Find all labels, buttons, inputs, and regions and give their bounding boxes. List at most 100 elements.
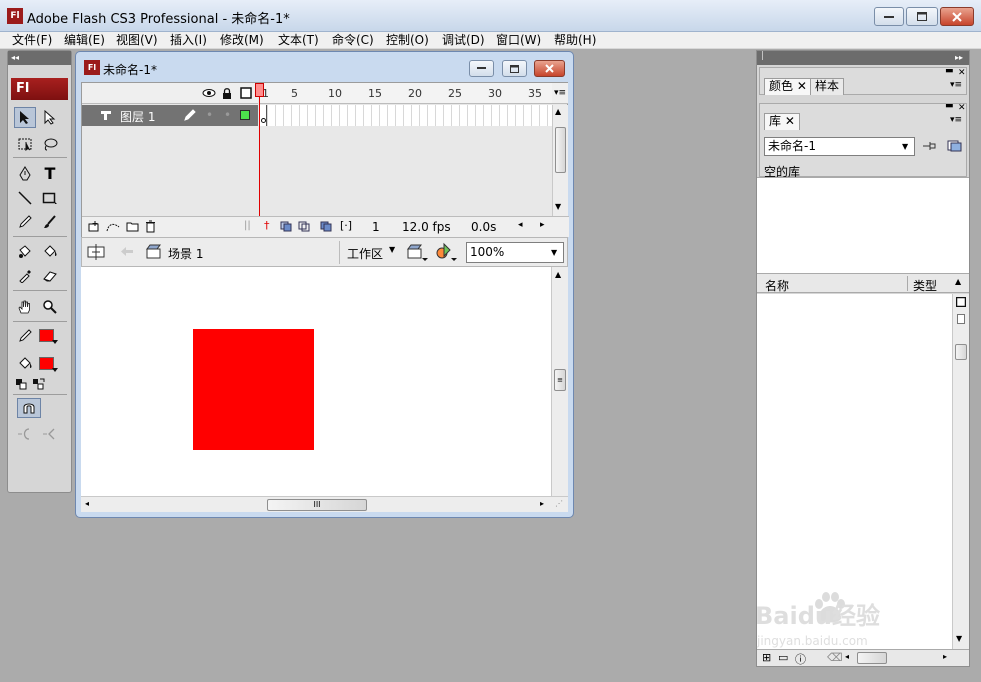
frames-row[interactable] <box>260 105 552 126</box>
layer-row[interactable]: 图层 1 • • <box>82 105 258 126</box>
snap-to-objects-button[interactable] <box>17 398 41 418</box>
menu-modify[interactable]: 修改(M) <box>220 32 264 49</box>
wide-view-icon[interactable] <box>956 297 966 307</box>
timeline-menu-button[interactable]: ▾≡ <box>552 83 568 104</box>
smooth-button[interactable] <box>14 423 36 444</box>
delete-icon[interactable]: ⌫ <box>827 651 843 664</box>
scene-name[interactable]: 场景 1 <box>168 245 203 262</box>
resize-grip-icon[interactable]: ⋰ <box>555 499 563 508</box>
tools-panel-header[interactable]: ◂◂ <box>8 51 71 65</box>
new-folder-icon[interactable]: ▭ <box>778 651 788 664</box>
timeline-toggle-icon[interactable] <box>87 243 105 261</box>
pen-tool[interactable] <box>14 163 36 184</box>
swap-colors-button[interactable] <box>30 376 48 392</box>
scroll-left-icon[interactable]: ◂ <box>85 499 89 508</box>
pencil-tool[interactable] <box>14 211 36 232</box>
eyedropper-tool[interactable] <box>14 265 36 286</box>
narrow-view-icon[interactable] <box>957 314 965 324</box>
menu-view[interactable]: 视图(V) <box>116 32 158 49</box>
motion-guide-icon[interactable] <box>106 221 120 232</box>
menu-text[interactable]: 文本(T) <box>278 32 319 49</box>
menu-insert[interactable]: 插入(I) <box>170 32 207 49</box>
zoom-tool[interactable] <box>39 296 61 317</box>
stage-vscroll[interactable]: ▲ ≡ <box>551 267 568 496</box>
timeline-ruler[interactable]: 1 5 10 15 20 25 30 35 <box>260 83 552 104</box>
edit-scene-icon[interactable] <box>406 243 428 261</box>
tab-color[interactable]: 颜色 ✕ <box>764 78 812 95</box>
back-arrow-icon[interactable] <box>120 246 134 257</box>
panel-options-icon[interactable]: ▾≡ <box>950 115 962 125</box>
panel-close-icon[interactable]: ✕ <box>958 103 966 113</box>
stage-hscroll[interactable]: ◂ III ▸ ⋰ <box>81 496 568 512</box>
scroll-up-icon[interactable]: ▲ <box>555 107 561 116</box>
menu-help[interactable]: 帮助(H) <box>554 32 596 49</box>
column-type[interactable]: 类型 <box>913 277 937 294</box>
scroll-down-icon[interactable]: ▼ <box>956 634 962 643</box>
timeline-splitter[interactable]: || <box>244 220 251 231</box>
doc-maximize-button[interactable] <box>502 60 527 77</box>
outline-icon[interactable] <box>240 87 252 99</box>
workspace-menu[interactable]: 工作区 <box>347 245 383 262</box>
default-colors-button[interactable] <box>12 376 30 392</box>
new-symbol-icon[interactable]: ⊞ <box>762 651 771 664</box>
lasso-tool[interactable] <box>39 133 61 154</box>
onion-markers-button[interactable]: [·] <box>340 219 352 232</box>
doc-close-button[interactable] <box>534 60 565 77</box>
insert-layer-icon[interactable] <box>88 221 100 232</box>
text-tool[interactable]: T <box>39 163 61 184</box>
red-rectangle-shape[interactable] <box>193 329 314 450</box>
brush-tool[interactable] <box>39 211 61 232</box>
lock-icon[interactable] <box>222 87 232 99</box>
straighten-button[interactable] <box>39 423 61 444</box>
scroll-right-icon[interactable]: ▸ <box>540 499 544 508</box>
close-button[interactable] <box>940 7 974 26</box>
menu-commands[interactable]: 命令(C) <box>332 32 374 49</box>
timeline-vscroll-thumb[interactable] <box>555 127 566 173</box>
menu-debug[interactable]: 调试(D) <box>442 32 485 49</box>
pin-icon[interactable] <box>922 140 936 152</box>
scroll-up-icon[interactable]: ▲ <box>555 270 561 279</box>
edit-multiple-frames-icon[interactable] <box>320 221 333 232</box>
timeline-scroll-right-icon[interactable]: ▸ <box>540 220 545 230</box>
tab-library[interactable]: 库 ✕ <box>764 113 800 130</box>
new-library-panel-icon[interactable] <box>947 139 962 152</box>
panel-options-icon[interactable]: ▾≡ <box>950 80 962 90</box>
rectangle-tool[interactable] <box>39 187 61 208</box>
scroll-down-icon[interactable]: ▼ <box>555 202 561 211</box>
ink-bottle-tool[interactable] <box>14 241 36 262</box>
line-tool[interactable] <box>14 187 36 208</box>
menu-edit[interactable]: 编辑(E) <box>64 32 105 49</box>
stage[interactable] <box>81 267 551 496</box>
library-vscroll-thumb[interactable] <box>955 344 967 360</box>
panel-min-icon[interactable]: ▬ <box>945 66 954 76</box>
minimize-button[interactable] <box>874 7 904 26</box>
onion-outline-icon[interactable] <box>298 221 311 232</box>
scroll-right-icon[interactable]: ▸ <box>943 652 947 661</box>
menu-file[interactable]: 文件(F) <box>12 32 52 49</box>
menu-window[interactable]: 窗口(W) <box>496 32 541 49</box>
selection-tool[interactable] <box>14 107 36 128</box>
subselection-tool[interactable] <box>39 107 61 128</box>
scroll-left-icon[interactable]: ◂ <box>845 652 849 661</box>
library-vscroll[interactable]: ▼ <box>952 294 969 649</box>
trash-icon[interactable] <box>145 220 156 233</box>
tab-swatches[interactable]: 样本 <box>810 78 845 95</box>
edit-symbols-icon[interactable] <box>435 242 457 261</box>
workspace-dropdown-icon[interactable]: ▼ <box>389 245 395 254</box>
maximize-button[interactable] <box>906 7 938 26</box>
layer-visible-dot[interactable]: • <box>206 108 213 122</box>
sort-icon[interactable]: ▲ <box>955 277 961 286</box>
layer-outline-color[interactable] <box>240 110 250 120</box>
stage-hscroll-thumb[interactable]: III <box>267 499 367 511</box>
center-frame-icon[interactable]: † <box>264 219 270 232</box>
timeline-scroll-left-icon[interactable]: ◂ <box>518 220 523 230</box>
stage-vscroll-thumb[interactable]: ≡ <box>554 369 566 391</box>
eraser-tool[interactable] <box>39 265 61 286</box>
zoom-select[interactable]: 100% ▼ <box>466 242 564 263</box>
hand-tool[interactable] <box>14 296 36 317</box>
collapse-icon[interactable]: ▸▸ <box>955 51 963 65</box>
onion-skin-icon[interactable] <box>280 221 293 232</box>
frame-rate[interactable]: 12.0 fps <box>402 220 451 234</box>
doc-minimize-button[interactable] <box>469 60 494 77</box>
playhead[interactable] <box>255 83 264 97</box>
